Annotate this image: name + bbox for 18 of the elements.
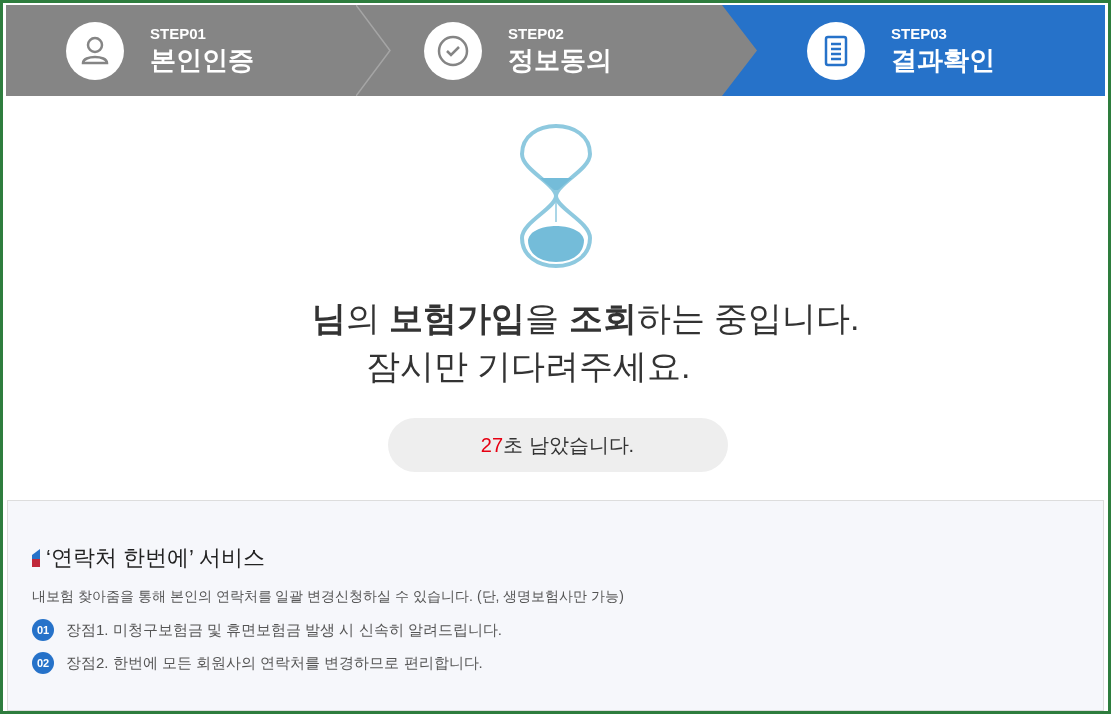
step-number: STEP03 <box>891 24 948 43</box>
benefit-text: 장점1. 미청구보험금 및 휴면보험금 발생 시 신속히 알려드립니다. <box>66 620 502 640</box>
wait-message: 잠시만 기다려주세요. <box>365 346 692 387</box>
number-badge: 02 <box>32 651 54 674</box>
status-message: 님의 보험가입을 조회하는 중입니다. <box>311 298 860 339</box>
title-marker-icon <box>32 548 40 567</box>
service-title: ‘연락처 한번에’ 서비스 <box>46 544 266 572</box>
step-label: 결과확인 <box>891 43 995 77</box>
step-label: 정보동의 <box>508 43 612 77</box>
number-badge: 01 <box>32 619 54 642</box>
step-number: STEP01 <box>150 24 207 43</box>
countdown-text: 초 남았습니다. <box>503 433 635 458</box>
benefit-text: 장점2. 한번에 모든 회원사의 연락처를 변경하므로 편리합니다. <box>66 652 483 673</box>
service-description: 내보험 찾아줌을 통해 본인의 연락처를 일괄 변경신청하실 수 있습니다. (단, 생명보험사만 가능) <box>32 587 625 606</box>
step-label: 본인인증 <box>150 43 254 77</box>
hourglass-icon <box>517 122 594 270</box>
step-number: STEP02 <box>508 24 565 43</box>
countdown-seconds: 27 <box>480 433 504 458</box>
